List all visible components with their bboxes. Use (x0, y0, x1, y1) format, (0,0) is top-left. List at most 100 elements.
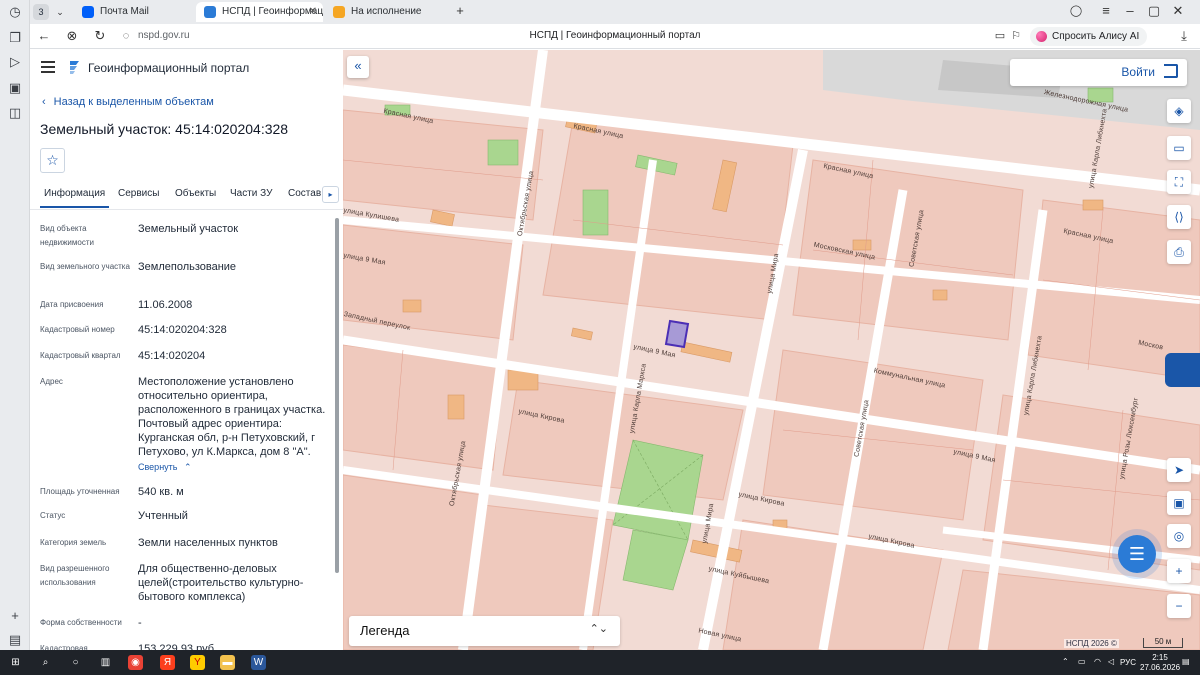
tab-services[interactable]: Сервисы (118, 188, 159, 199)
legend-dropdown[interactable]: Легенда ⌃⌄ (349, 616, 620, 646)
tabs-next-icon[interactable]: ▸ (322, 186, 339, 203)
portal-name[interactable]: Геоинформационный портал (88, 61, 249, 75)
tab-composition[interactable]: Состав (288, 188, 321, 199)
attribute-key: Кадастровый квартал (40, 351, 121, 360)
login-button[interactable]: Войти (1010, 59, 1187, 86)
basemap-icon[interactable]: ▣ (1167, 491, 1191, 515)
print-icon[interactable]: ⎙ (1167, 240, 1191, 264)
ruler-icon[interactable]: ▭ (1167, 136, 1191, 160)
object-info-panel: Геоинформационный портал ‹ Назад к выделе… (30, 50, 343, 650)
reader-icon[interactable]: ▭ (992, 28, 1008, 44)
attribute-value: Земельный участок (138, 223, 239, 235)
browser-side-rail: ◷ ❐ ▷ ▣ ◫ + ▤ (0, 0, 30, 650)
clock-date: 27.06.2026 (1140, 663, 1181, 672)
tab-land-parts[interactable]: Части ЗУ (230, 188, 272, 199)
network-icon[interactable]: ▭ (1078, 657, 1086, 666)
chrome-icon[interactable]: ◉ (128, 655, 143, 670)
tab-nspd[interactable]: НСПД | Геоинформацио ✕ (196, 2, 323, 22)
favorite-star-icon[interactable]: ☆ (40, 148, 65, 173)
login-label: Войти (1121, 65, 1155, 79)
wifi-icon[interactable]: ◠ (1094, 657, 1101, 666)
volume-icon[interactable]: ◁ (1108, 657, 1114, 666)
chevron-up-icon: ⌃ (184, 462, 192, 472)
tab-tasks[interactable]: На исполнение (325, 2, 445, 22)
add-panel-icon[interactable]: + (7, 608, 23, 624)
play-icon[interactable]: ▷ (7, 54, 23, 70)
screenshot-icon[interactable]: ◫ (7, 105, 23, 121)
file-explorer-icon[interactable]: ▬ (220, 655, 235, 670)
tab-counter[interactable]: 3 (33, 4, 49, 20)
windows-taskbar: ⊞ ⌕ ○ ▥ ◉ Я Y ▬ W ⌃ ▭ ◠ ◁ РУС 2:15 27.06… (0, 650, 1200, 675)
attribute-key: Вид земельного участка (40, 262, 130, 271)
bookmark-icon[interactable]: ⚐ (1008, 28, 1024, 44)
selected-parcel[interactable] (664, 319, 690, 349)
menu-icon[interactable] (41, 61, 55, 73)
zoom-in-icon[interactable]: + (1167, 559, 1191, 583)
tab-title: Почта Mail (100, 6, 149, 17)
input-language[interactable]: РУС (1120, 658, 1136, 667)
layers-icon[interactable]: ◈ (1167, 99, 1191, 123)
system-clock[interactable]: 2:15 27.06.2026 (1140, 653, 1180, 673)
geolocation-icon[interactable]: ◎ (1167, 524, 1191, 548)
assistant-widget-icon[interactable] (1165, 353, 1200, 387)
map-scale: 50 м (1143, 638, 1183, 648)
attribute-key: Дата присвоения (40, 300, 104, 309)
close-window-icon[interactable]: ✕ (1170, 3, 1186, 19)
maximize-icon[interactable]: ▢ (1146, 3, 1162, 19)
site-info-icon[interactable]: ◌ (118, 28, 134, 44)
collapse-panel-icon[interactable]: « (347, 56, 369, 78)
tab-objects[interactable]: Объекты (175, 188, 216, 199)
task-view-icon[interactable]: ▥ (98, 655, 113, 670)
reload-icon[interactable]: ↻ (92, 28, 108, 44)
scrollbar-thumb[interactable] (335, 218, 339, 573)
panel-scrollbar[interactable] (334, 214, 340, 648)
cadastral-map[interactable]: Красная улица Красная улица Красная улиц… (343, 50, 1200, 650)
select-area-icon[interactable]: ⛶ (1167, 170, 1191, 194)
legend-label: Легенда (360, 623, 410, 638)
bookmarks-menu-icon[interactable]: ≡ (1098, 3, 1114, 19)
attribute-value: Учтенный (138, 510, 188, 522)
attribute-value: Земли населенных пунктов (138, 537, 278, 549)
tab-title: На исполнение (351, 6, 422, 17)
tab-information[interactable]: Информация (39, 188, 110, 208)
profile-icon[interactable]: ◯ (1068, 3, 1084, 19)
attribute-value: Местоположение установлено относительно … (138, 376, 326, 458)
tasks-favicon-icon (333, 6, 345, 18)
search-icon[interactable]: ⌕ (38, 655, 53, 670)
yandex-icon[interactable]: Я (160, 655, 175, 670)
downloads-icon[interactable]: ⤓ (1176, 28, 1192, 44)
close-tab-icon[interactable]: ✕ (309, 2, 317, 22)
collections-icon[interactable]: ❐ (7, 30, 23, 46)
zoom-out-icon[interactable]: − (1167, 594, 1191, 618)
yandex-browser-icon[interactable]: Y (190, 655, 205, 670)
browser-tabbar: 3 ⌄ Почта Mail НСПД | Геоинформацио ✕ На… (30, 0, 1200, 24)
panel-settings-icon[interactable]: ▤ (7, 632, 23, 648)
browser-addressbar: ← ⊗ ↻ ◌ nspd.gov.ru НСПД | Геоинформацио… (30, 24, 1200, 49)
chat-support-icon[interactable]: ☰ (1118, 535, 1156, 573)
object-title: Земельный участок: 45:14:020204:328 (40, 121, 289, 137)
shield-icon[interactable]: ⊗ (64, 28, 80, 44)
windows-start-icon[interactable]: ⊞ (8, 655, 23, 670)
tabs-dropdown-icon[interactable]: ⌄ (52, 4, 68, 20)
attribute-key: Адрес (40, 377, 63, 386)
word-icon[interactable]: W (251, 655, 266, 670)
notifications-icon[interactable]: ▤ (1182, 657, 1190, 666)
attribute-key: Кадастровый номер (40, 325, 115, 334)
map-canvas[interactable] (343, 50, 1200, 650)
tray-chevron-icon[interactable]: ⌃ (1062, 657, 1069, 666)
tab-mail[interactable]: Почта Mail (74, 2, 194, 22)
minimize-icon[interactable]: – (1122, 3, 1138, 19)
collapse-address-link[interactable]: Свернуть ⌃ (138, 462, 192, 473)
url-field[interactable]: nspd.gov.ru (138, 30, 190, 41)
cortana-icon[interactable]: ○ (68, 655, 83, 670)
back-icon[interactable]: ← (36, 28, 52, 44)
locate-icon[interactable]: ➤ (1167, 458, 1191, 482)
counter-icon[interactable]: ▣ (7, 80, 23, 96)
nspd-favicon-icon (204, 6, 216, 18)
back-to-selected-link[interactable]: ‹ Назад к выделенным объектам (42, 96, 214, 108)
history-icon[interactable]: ◷ (7, 4, 23, 20)
share-icon[interactable]: ⟨⟩ (1167, 205, 1191, 229)
attribute-value: Для общественно-деловых целей(строительс… (138, 563, 304, 603)
new-tab-icon[interactable]: + (452, 3, 468, 19)
ask-alice-button[interactable]: Спросить Алису AI (1030, 27, 1148, 46)
